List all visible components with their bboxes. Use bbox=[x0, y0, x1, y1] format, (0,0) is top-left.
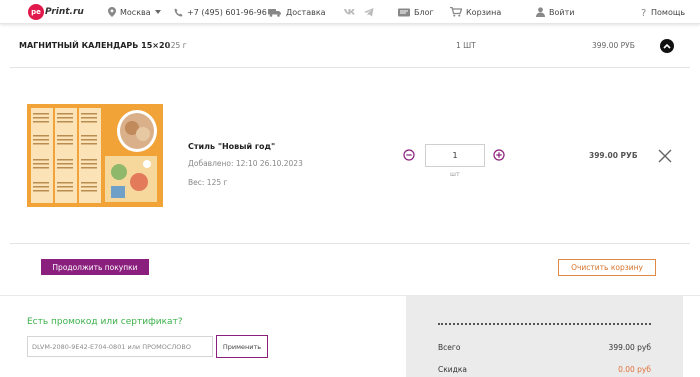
total-label: Всего bbox=[438, 343, 461, 352]
help-label: Помощь bbox=[651, 7, 686, 17]
item-title: Стиль "Новый год" bbox=[188, 142, 276, 151]
collapse-button[interactable] bbox=[660, 39, 674, 53]
cart-label: Корзина bbox=[466, 7, 502, 17]
phone-link[interactable]: +7 (495) 601-96-96 bbox=[174, 0, 267, 24]
discount-label: Скидка bbox=[438, 365, 467, 374]
product-quantity: 1 ШТ bbox=[456, 41, 476, 50]
product-weight: 125 г bbox=[166, 41, 187, 50]
help-icon: ? bbox=[641, 7, 647, 17]
user-icon bbox=[536, 7, 545, 17]
minus-circle-icon bbox=[403, 149, 415, 161]
chevron-up-icon bbox=[663, 43, 671, 49]
delivery-label: Доставка bbox=[286, 7, 326, 17]
site-logo[interactable]: pe Print.ru bbox=[28, 4, 84, 20]
promo-title: Есть промокод или сертификат? bbox=[27, 317, 183, 327]
cart-icon bbox=[450, 7, 462, 17]
top-navigation: pe Print.ru Москва +7 (495) 601-96-96 До… bbox=[0, 0, 700, 24]
logo-text: Print.ru bbox=[45, 7, 84, 17]
increase-quantity-button[interactable] bbox=[493, 149, 505, 163]
vk-link[interactable] bbox=[344, 0, 356, 24]
cart-link[interactable]: Корзина bbox=[450, 0, 501, 24]
product-thumbnail[interactable] bbox=[27, 104, 163, 207]
divider bbox=[10, 243, 690, 244]
phone-number: +7 (495) 601-96-96 bbox=[187, 7, 267, 17]
discount-value: 0.00 руб bbox=[618, 365, 651, 374]
chevron-down-icon bbox=[154, 10, 161, 14]
login-label: Войти bbox=[549, 7, 575, 17]
continue-shopping-button[interactable]: Продолжить покупки bbox=[41, 259, 149, 275]
product-price: 399.00 РУБ bbox=[592, 41, 635, 50]
clear-cart-button[interactable]: Очистить корзину bbox=[558, 259, 656, 276]
item-added-date: Добавлено: 12:10 26.10.2023 bbox=[188, 159, 303, 168]
product-group-header: МАГНИТНЫЙ КАЛЕНДАРЬ 15×20 125 г 1 ШТ 399… bbox=[0, 24, 700, 68]
login-link[interactable]: Войти bbox=[536, 0, 574, 24]
city-selector[interactable]: Москва bbox=[108, 0, 161, 24]
delivery-icon bbox=[268, 8, 282, 17]
product-name: МАГНИТНЫЙ КАЛЕНДАРЬ 15×20 bbox=[19, 41, 171, 50]
quantity-input[interactable] bbox=[425, 144, 485, 167]
decrease-quantity-button[interactable] bbox=[403, 149, 415, 163]
help-link[interactable]: ? Помощь bbox=[641, 0, 685, 24]
telegram-link[interactable] bbox=[364, 0, 374, 24]
vk-icon bbox=[344, 8, 356, 16]
svg-text:?: ? bbox=[641, 8, 646, 17]
city-label: Москва bbox=[120, 7, 151, 17]
delivery-link[interactable]: Доставка bbox=[268, 0, 326, 24]
location-icon bbox=[108, 7, 116, 17]
cart-item: Стиль "Новый год" Добавлено: 12:10 26.10… bbox=[0, 68, 700, 244]
total-value: 399.00 руб bbox=[608, 343, 651, 352]
plus-circle-icon bbox=[493, 149, 505, 161]
logo-badge: pe bbox=[28, 4, 44, 20]
quantity-unit: шт bbox=[450, 170, 460, 178]
close-icon bbox=[658, 149, 672, 163]
item-price: 399.00 РУБ bbox=[589, 151, 638, 160]
item-weight: Вес: 125 г bbox=[188, 178, 228, 187]
order-summary: Всего 399.00 руб Скидка 0.00 руб bbox=[406, 296, 683, 377]
remove-item-button[interactable] bbox=[658, 149, 672, 163]
phone-icon bbox=[174, 8, 183, 17]
blog-label: Блог bbox=[414, 7, 434, 17]
blog-icon bbox=[398, 8, 410, 17]
dotted-divider bbox=[438, 323, 651, 325]
blog-link[interactable]: Блог bbox=[398, 0, 434, 24]
telegram-icon bbox=[364, 7, 374, 17]
apply-promo-button[interactable]: Применить bbox=[216, 335, 268, 358]
promo-code-input[interactable] bbox=[27, 336, 213, 357]
